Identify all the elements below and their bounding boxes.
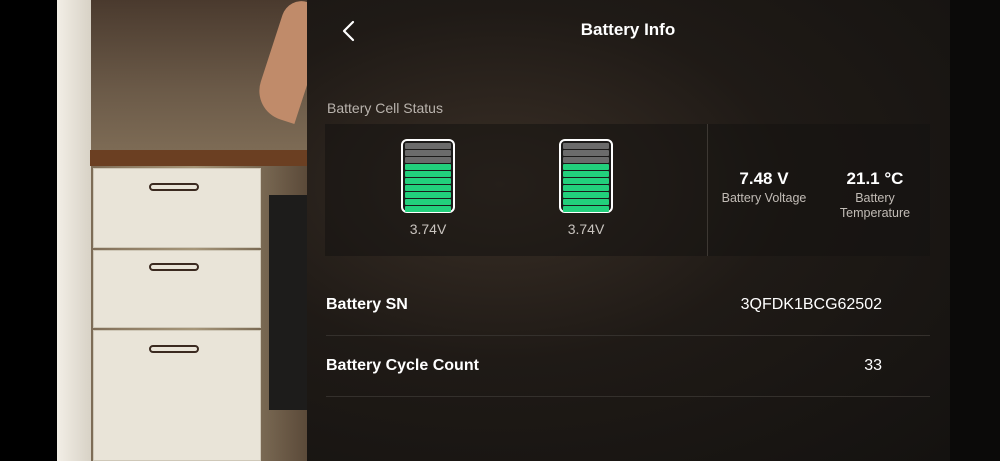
battery-segment bbox=[405, 192, 451, 198]
battery-temperature-value: 21.1 °C bbox=[846, 169, 904, 188]
battery-temperature-label: Battery Temperature bbox=[825, 191, 925, 221]
feed-drawer-handle bbox=[149, 183, 199, 191]
battery-sn-label: Battery SN bbox=[326, 296, 408, 313]
battery-segment bbox=[405, 157, 451, 163]
battery-cell-2-icon bbox=[559, 139, 613, 213]
back-button[interactable] bbox=[336, 16, 364, 46]
feed-drawer-handle bbox=[149, 263, 199, 271]
cell-1-voltage: 3.74V bbox=[409, 221, 447, 237]
cell-2-voltage: 3.74V bbox=[567, 221, 605, 237]
battery-segment bbox=[563, 178, 609, 184]
feed-cabinet-drawer bbox=[93, 330, 261, 461]
battery-segment bbox=[563, 164, 609, 170]
battery-cell-1-icon bbox=[401, 139, 455, 213]
battery-segment bbox=[563, 143, 609, 149]
battery-cycle-count-label: Battery Cycle Count bbox=[326, 357, 479, 374]
battery-segment bbox=[563, 199, 609, 205]
camera-feed-background bbox=[57, 0, 307, 461]
cell-status-label: Battery Cell Status bbox=[327, 100, 443, 116]
battery-segment bbox=[405, 150, 451, 156]
temperature-label-line1: Battery bbox=[855, 191, 895, 205]
battery-segment bbox=[563, 150, 609, 156]
battery-cycle-count-value: 33 bbox=[864, 357, 882, 374]
battery-segment bbox=[405, 206, 451, 212]
battery-segment bbox=[563, 157, 609, 163]
battery-segment bbox=[405, 143, 451, 149]
feed-left-wall bbox=[57, 0, 91, 461]
battery-cycle-count-row: Battery Cycle Count 33 bbox=[326, 336, 930, 397]
battery-voltage-label: Battery Voltage bbox=[721, 191, 807, 205]
battery-segment bbox=[563, 192, 609, 198]
battery-segment bbox=[563, 185, 609, 191]
battery-segment bbox=[405, 164, 451, 170]
left-screen-edge bbox=[0, 0, 57, 461]
vertical-divider bbox=[707, 124, 708, 256]
feed-drawer-handle bbox=[149, 345, 199, 353]
feed-cabinet-drawer bbox=[93, 168, 261, 248]
battery-sn-row: Battery SN 3QFDK1BCG62502 bbox=[326, 275, 930, 336]
chevron-left-icon bbox=[342, 20, 355, 42]
battery-segment bbox=[405, 171, 451, 177]
battery-segment bbox=[405, 199, 451, 205]
feed-cabinet-drawer bbox=[93, 250, 261, 328]
right-screen-edge bbox=[950, 0, 1000, 461]
page-title: Battery Info bbox=[580, 20, 676, 39]
battery-segment bbox=[563, 171, 609, 177]
feed-oven bbox=[269, 195, 307, 410]
battery-segment bbox=[405, 185, 451, 191]
feed-countertop bbox=[90, 150, 307, 166]
battery-segment bbox=[405, 178, 451, 184]
battery-segment bbox=[563, 206, 609, 212]
temperature-label-line2: Temperature bbox=[839, 206, 911, 220]
battery-voltage-value: 7.48 V bbox=[739, 169, 789, 188]
battery-sn-value: 3QFDK1BCG62502 bbox=[740, 296, 882, 313]
